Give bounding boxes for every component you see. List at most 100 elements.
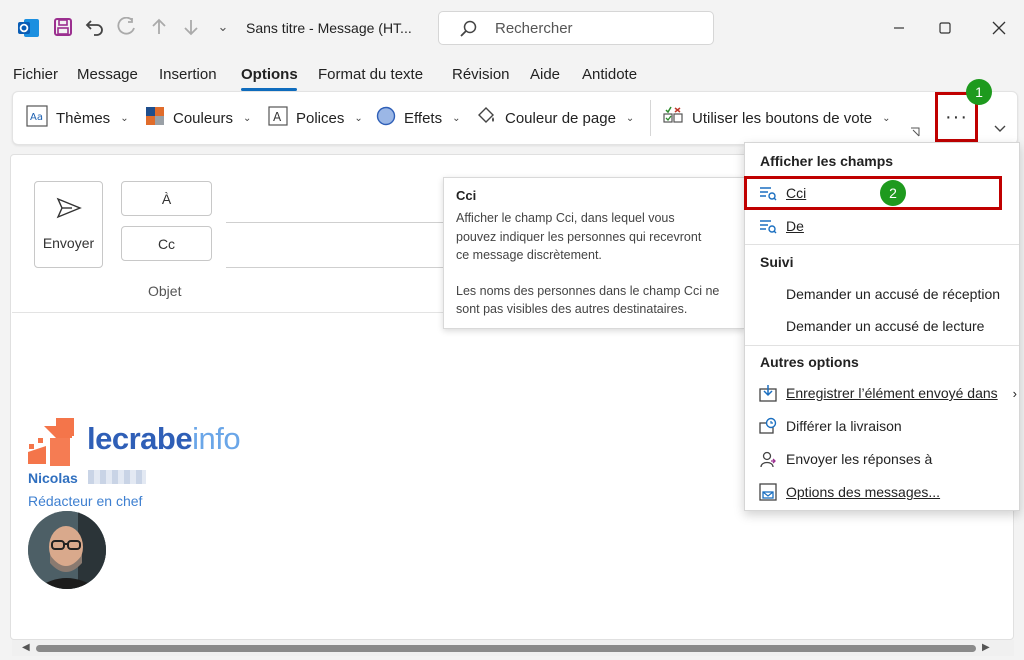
cc-button[interactable]: Cc: [121, 226, 212, 261]
voting-icon: [662, 105, 684, 131]
svg-text:Aa: Aa: [30, 112, 43, 123]
colors-label: Couleurs: [173, 109, 234, 127]
brand-name: lecrabeinfo: [87, 421, 241, 457]
minimize-button[interactable]: [876, 12, 922, 44]
svg-text:A: A: [273, 110, 282, 124]
menu-divider: [745, 244, 1019, 245]
brand-main: lecrabe: [87, 421, 193, 456]
colors-icon: [145, 106, 165, 130]
effects-icon: [376, 106, 396, 130]
show-fields-header: Afficher les champs: [760, 153, 894, 169]
chevron-down-icon: ⌄: [882, 112, 891, 124]
menu-item-save-sent[interactable]: Enregistrer l’élément envoyé dans ›: [759, 381, 1017, 405]
maximize-button[interactable]: [922, 12, 968, 44]
search-input[interactable]: Rechercher: [438, 11, 714, 45]
scroll-right-arrow-icon[interactable]: ▶: [982, 642, 990, 653]
effects-label: Effets: [404, 109, 443, 127]
to-field[interactable]: [226, 222, 444, 223]
step-badge-1: 1: [966, 79, 992, 105]
voting-label: Utiliser les boutons de vote: [692, 109, 873, 127]
menu-item-direct-replies-label: Envoyer les réponses à: [786, 451, 933, 467]
delay-delivery-icon: [759, 417, 777, 435]
page-color-button[interactable]: Couleur de page ⌄: [475, 107, 634, 129]
themes-icon: Aa: [26, 105, 48, 131]
tab-aide[interactable]: Aide: [530, 66, 560, 83]
subject-label: Objet: [148, 283, 182, 299]
tab-insertion[interactable]: Insertion: [159, 66, 217, 83]
lecrabeinfo-logo: [26, 418, 80, 471]
chevron-down-icon: ⌄: [354, 112, 363, 124]
menu-item-delay-delivery-label: Différer la livraison: [786, 418, 902, 434]
from-field-icon: [759, 217, 777, 235]
themes-button[interactable]: Aa Thèmes ⌄: [26, 105, 129, 131]
step-badge-2: 2: [880, 180, 906, 206]
ribbon-expand-icon[interactable]: [994, 122, 1006, 136]
paint-bucket-icon: [475, 105, 497, 131]
dialog-launcher-icon[interactable]: [910, 127, 920, 140]
tooltip-text: sont pas visibles des autres destinatair…: [456, 302, 688, 316]
tab-antidote[interactable]: Antidote: [582, 66, 637, 83]
effects-button[interactable]: Effets ⌄: [376, 106, 460, 130]
menu-item-de-label: De: [786, 218, 804, 234]
direct-replies-icon: [759, 450, 777, 468]
arrow-up-icon[interactable]: [148, 16, 170, 38]
send-button[interactable]: Envoyer: [34, 181, 103, 268]
scrollbar-thumb[interactable]: [36, 645, 976, 652]
search-placeholder: Rechercher: [495, 20, 573, 37]
tooltip-text: pouvez indiquer les personnes qui recevr…: [456, 230, 702, 244]
save-icon[interactable]: [52, 16, 74, 38]
message-options-icon: [759, 483, 777, 501]
page-color-label: Couleur de page: [505, 109, 616, 127]
signature-name: Nicolas: [28, 470, 78, 486]
menu-item-delivery-receipt[interactable]: Demander un accusé de réception: [786, 282, 1000, 306]
cc-field[interactable]: [226, 267, 444, 268]
redacted-surname: [88, 470, 146, 484]
customize-toolbar-icon[interactable]: ⌄: [212, 16, 234, 38]
tab-options[interactable]: Options: [241, 66, 298, 83]
redo-icon[interactable]: [116, 16, 138, 38]
tab-fichier[interactable]: Fichier: [13, 66, 58, 83]
signature-role: Rédacteur en chef: [28, 493, 143, 509]
menu-item-save-sent-label: Enregistrer l’élément envoyé dans: [786, 385, 998, 401]
chevron-down-icon: ⌄: [243, 112, 252, 124]
cci-highlight-box: [744, 176, 1002, 210]
chevron-down-icon: ⌄: [120, 112, 129, 124]
to-button[interactable]: À: [121, 181, 212, 216]
tooltip-text: Les noms des personnes dans le champ Cci…: [456, 284, 720, 298]
chevron-down-icon: ⌄: [625, 112, 635, 124]
save-sent-folder-icon: [759, 384, 777, 402]
close-button[interactable]: [976, 12, 1022, 44]
fonts-label: Polices: [296, 109, 345, 127]
tracking-header: Suivi: [760, 254, 794, 270]
more-options-header: Autres options: [760, 354, 859, 370]
colors-button[interactable]: Couleurs ⌄: [145, 107, 251, 129]
menu-item-de[interactable]: De: [759, 214, 804, 238]
menu-item-delay-delivery[interactable]: Différer la livraison: [759, 414, 902, 438]
undo-icon[interactable]: [84, 16, 106, 38]
avatar: [28, 511, 106, 589]
send-icon: [56, 197, 82, 222]
menu-item-message-options[interactable]: Options des messages...: [759, 480, 940, 504]
fonts-icon: A: [268, 106, 288, 130]
menu-item-direct-replies[interactable]: Envoyer les réponses à: [759, 447, 932, 471]
scroll-left-arrow-icon[interactable]: ◀: [22, 642, 30, 653]
tab-format-du-texte[interactable]: Format du texte: [318, 66, 423, 83]
cci-tooltip: Cci Afficher le champ Cci, dans lequel v…: [443, 177, 745, 329]
arrow-down-icon[interactable]: [180, 16, 202, 38]
themes-label: Thèmes: [56, 109, 111, 127]
menu-item-message-options-label: Options des messages...: [786, 484, 941, 500]
chevron-right-icon: ›: [1012, 385, 1018, 401]
voting-buttons-button[interactable]: Utiliser les boutons de vote ⌄: [662, 105, 891, 131]
outlook-app-icon: [16, 16, 40, 40]
menu-divider: [745, 345, 1019, 346]
tab-message[interactable]: Message: [77, 66, 138, 83]
fonts-button[interactable]: A Polices ⌄: [268, 106, 363, 130]
window-title: Sans titre - Message (HT...: [246, 20, 412, 36]
subject-field[interactable]: [12, 312, 444, 313]
menu-item-read-receipt[interactable]: Demander un accusé de lecture: [786, 314, 984, 338]
tooltip-text: Afficher le champ Cci, dans lequel vous: [456, 211, 675, 225]
ribbon-separator: [650, 100, 651, 136]
tab-revision[interactable]: Révision: [452, 66, 510, 83]
tooltip-text: ce message discrètement.: [456, 248, 602, 262]
brand-accent: info: [192, 421, 241, 456]
